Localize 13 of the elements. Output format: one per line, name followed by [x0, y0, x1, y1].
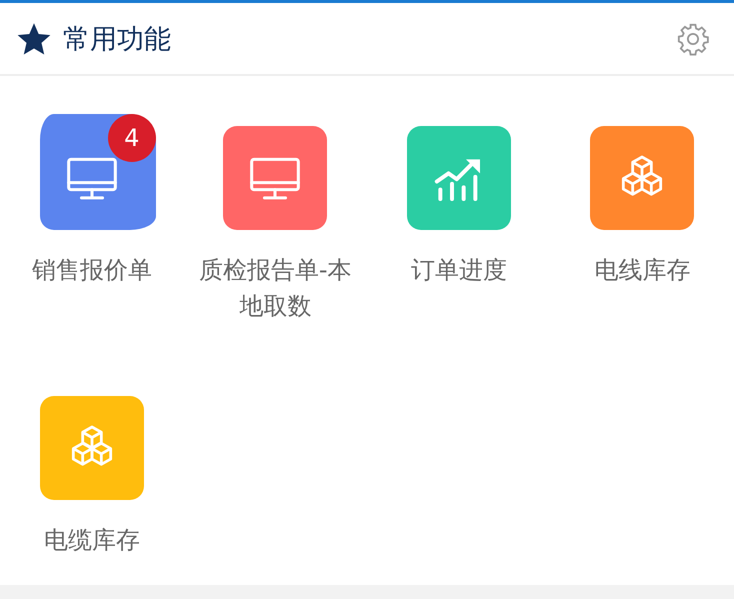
- app-label[interactable]: 质检报告单-本地取数: [190, 252, 360, 324]
- app-label[interactable]: 电缆库存: [6, 522, 177, 558]
- settings-icon[interactable]: [676, 22, 710, 56]
- app-tile[interactable]: 4: [40, 114, 156, 230]
- app-tile[interactable]: [223, 126, 328, 230]
- app-tile[interactable]: [590, 126, 694, 230]
- app-tile[interactable]: [406, 126, 511, 230]
- section-title: 常用功能: [63, 22, 172, 56]
- app-label[interactable]: 订单进度: [374, 252, 544, 288]
- app-tile[interactable]: [40, 396, 144, 500]
- app-label[interactable]: 电线库存: [557, 252, 728, 288]
- app-label[interactable]: 销售报价单: [6, 252, 177, 288]
- count-badge: 4: [108, 114, 156, 162]
